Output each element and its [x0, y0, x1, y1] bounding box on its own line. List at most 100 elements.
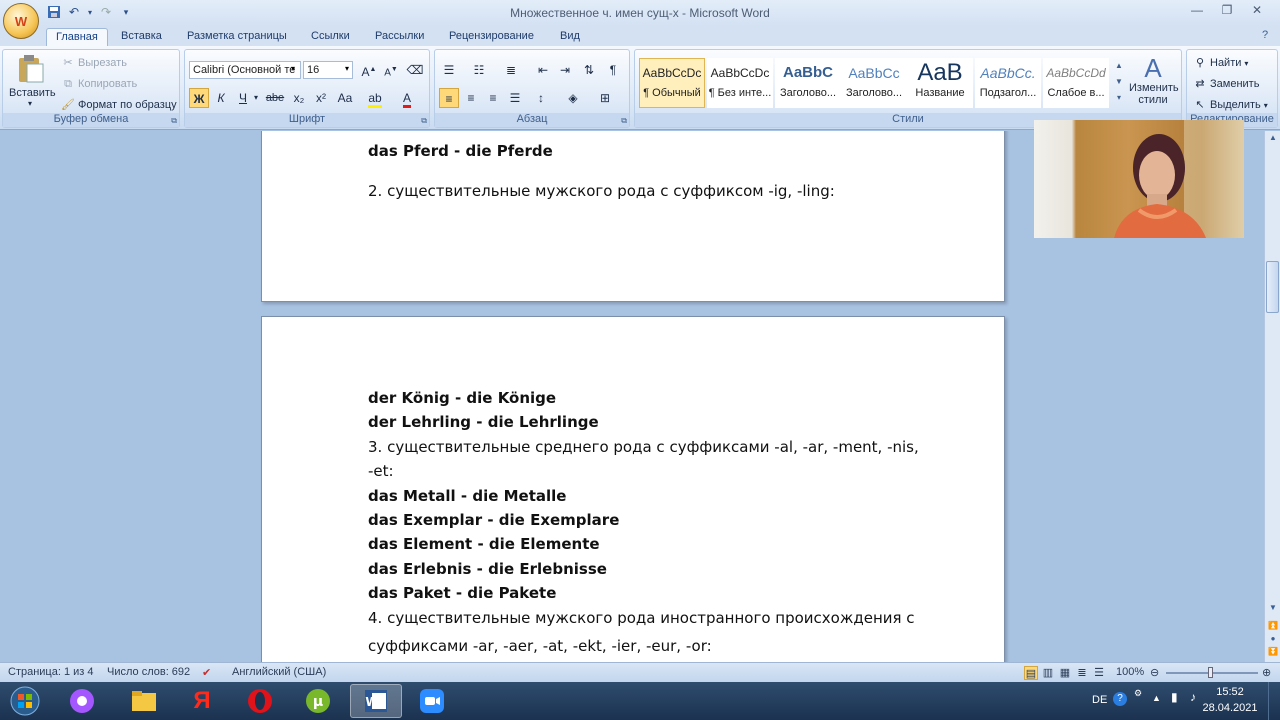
print-layout-icon[interactable]: ▤ [1024, 666, 1038, 680]
page-2[interactable]: der König - die Könige der Lehrling - die… [261, 316, 1005, 662]
tab-page-layout[interactable]: Разметка страницы [178, 28, 296, 47]
word-app-button[interactable]: W [350, 684, 402, 718]
prev-page-icon[interactable]: ⏫ [1266, 621, 1280, 633]
draft-icon[interactable]: ☰ [1092, 666, 1106, 680]
document-line[interactable]: 3. существительные среднего рода с суффи… [368, 438, 919, 456]
clock-date[interactable]: 28.04.2021 [1200, 702, 1260, 714]
explorer-app-button[interactable] [118, 684, 170, 718]
document-line[interactable]: das Metall - die Metalle [368, 487, 566, 505]
document-line[interactable]: 2. существительные мужского рода с суффи… [368, 182, 835, 200]
underline-dropdown-icon[interactable]: ▾ [251, 88, 261, 108]
word-count[interactable]: Число слов: 692 [107, 666, 190, 678]
justify-icon[interactable]: ☰ [505, 88, 525, 108]
document-line[interactable]: das Erlebnis - die Erlebnisse [368, 560, 607, 578]
align-right-icon[interactable]: ≡ [483, 88, 503, 108]
align-left-icon[interactable]: ≡ [439, 88, 459, 108]
scroll-up-icon[interactable]: ▲ [1266, 131, 1280, 145]
bullets-icon[interactable]: ☰ [439, 60, 459, 80]
redo-icon[interactable]: ↷ [98, 4, 114, 20]
undo-icon[interactable]: ↶ [66, 4, 82, 20]
font-launcher-icon[interactable]: ⧉ [421, 116, 427, 126]
style-title[interactable]: AaB Название [907, 58, 973, 108]
keyboard-language[interactable]: DE [1092, 694, 1107, 706]
save-icon[interactable] [46, 4, 62, 20]
opera-app-button[interactable] [234, 684, 286, 718]
style-normal[interactable]: AaBbCcDc ¶ Обычный [639, 58, 705, 108]
select-button[interactable]: ↖ Выделить ▾ [1193, 98, 1267, 112]
tab-references[interactable]: Ссылки [302, 28, 359, 47]
sort-icon[interactable]: ⇅ [579, 60, 599, 80]
zoom-slider-thumb[interactable] [1208, 667, 1213, 678]
zoom-app-button[interactable] [406, 684, 458, 718]
italic-button[interactable]: К [211, 88, 231, 108]
spellcheck-icon[interactable]: ✔ [202, 666, 211, 679]
paste-button[interactable]: Вставить ▾ [9, 54, 56, 108]
styles-scroll[interactable]: ▲ ▼ ▾ [1113, 58, 1125, 108]
style-no-spacing[interactable]: AaBbCcDc ¶ Без инте... [707, 58, 773, 108]
document-line[interactable]: das Exemplar - die Exemplare [368, 511, 619, 529]
office-button[interactable]: W [3, 3, 39, 39]
volume-icon[interactable]: ♪ [1190, 690, 1196, 704]
vertical-scrollbar[interactable]: ▲ ▼ ⏫ ● ⏬ [1264, 131, 1280, 662]
language-help-icon[interactable]: ? [1113, 692, 1127, 706]
numbering-icon[interactable]: ☷ [469, 60, 489, 80]
alice-app-button[interactable] [56, 684, 108, 718]
align-center-icon[interactable]: ≡ [461, 88, 481, 108]
yandex-app-button[interactable]: Я [176, 684, 228, 718]
document-line[interactable]: das Pferd - die Pferde [368, 142, 553, 160]
superscript-button[interactable]: x² [311, 88, 331, 108]
tab-mailings[interactable]: Рассылки [366, 28, 433, 47]
clock-time[interactable]: 15:52 [1202, 686, 1258, 698]
restore-button[interactable]: ❐ [1215, 3, 1239, 21]
full-screen-reading-icon[interactable]: ▥ [1041, 666, 1055, 680]
style-subtle-emphasis[interactable]: AaBbCcDd Слабое в... [1043, 58, 1109, 108]
grow-font-icon[interactable]: A▲ [359, 60, 379, 80]
customize-qat-icon[interactable]: ▾ [118, 4, 134, 20]
style-subtitle[interactable]: AaBbCc. Подзагол... [975, 58, 1041, 108]
document-line[interactable]: суффиксами -ar, -aer, -at, -ekt, -ier, -… [368, 637, 712, 655]
document-line[interactable]: der Lehrling - die Lehrlinge [368, 413, 599, 431]
paragraph-launcher-icon[interactable]: ⧉ [621, 116, 627, 126]
clear-formatting-icon[interactable]: ⌫ [405, 60, 425, 80]
show-desktop-button[interactable] [1268, 682, 1280, 720]
find-button[interactable]: ⚲ Найти ▾ [1193, 56, 1248, 70]
font-color-icon[interactable]: A [397, 88, 417, 108]
replace-button[interactable]: ⇄ Заменить [1193, 77, 1259, 91]
shading-icon[interactable]: ◈ [563, 88, 583, 108]
utorrent-app-button[interactable]: µ [292, 684, 344, 718]
tray-settings-icon[interactable]: ⚙ [1134, 688, 1142, 699]
style-heading-1[interactable]: AaBbC Заголово... [775, 58, 841, 108]
show-hidden-icons[interactable]: ▲ [1152, 693, 1161, 703]
shrink-font-icon[interactable]: A▼ [381, 60, 401, 80]
undo-dropdown-icon[interactable]: ▾ [86, 4, 94, 20]
tab-view[interactable]: Вид [551, 28, 589, 47]
language[interactable]: Английский (США) [232, 666, 326, 678]
subscript-button[interactable]: x₂ [289, 88, 309, 108]
change-case-button[interactable]: Aa [335, 88, 355, 108]
document-line[interactable]: 4. существительные мужского рода иностра… [368, 609, 915, 627]
bold-button[interactable]: Ж [189, 88, 209, 108]
pilcrow-icon[interactable]: ¶ [603, 60, 623, 80]
document-line[interactable]: das Paket - die Pakete [368, 584, 556, 602]
line-spacing-icon[interactable]: ↕ [531, 88, 551, 108]
scroll-down-icon[interactable]: ▼ [1266, 601, 1280, 615]
web-layout-icon[interactable]: ▦ [1058, 666, 1072, 680]
multilevel-list-icon[interactable]: ≣ [501, 60, 521, 80]
tab-insert[interactable]: Вставка [112, 28, 171, 47]
font-name-dropdown-icon[interactable]: ▾ [291, 64, 295, 73]
tab-review[interactable]: Рецензирование [440, 28, 543, 47]
zoom-level[interactable]: 100% [1116, 666, 1144, 678]
minimize-button[interactable]: — [1185, 3, 1209, 21]
document-line[interactable]: der König - die Könige [368, 389, 556, 407]
underline-button[interactable]: Ч [233, 88, 253, 108]
format-painter-button[interactable]: 🖌 Формат по образцу [61, 98, 177, 112]
zoom-out-icon[interactable]: ⊖ [1150, 666, 1159, 679]
font-name-combo[interactable]: Calibri (Основной те [189, 61, 301, 79]
outline-icon[interactable]: ≣ [1075, 666, 1089, 680]
font-size-dropdown-icon[interactable]: ▾ [345, 64, 349, 73]
borders-icon[interactable]: ⊞ [595, 88, 615, 108]
highlight-icon[interactable]: ab [365, 88, 385, 108]
start-button[interactable] [2, 684, 48, 718]
increase-indent-icon[interactable]: ⇥ [555, 60, 575, 80]
decrease-indent-icon[interactable]: ⇤ [533, 60, 553, 80]
